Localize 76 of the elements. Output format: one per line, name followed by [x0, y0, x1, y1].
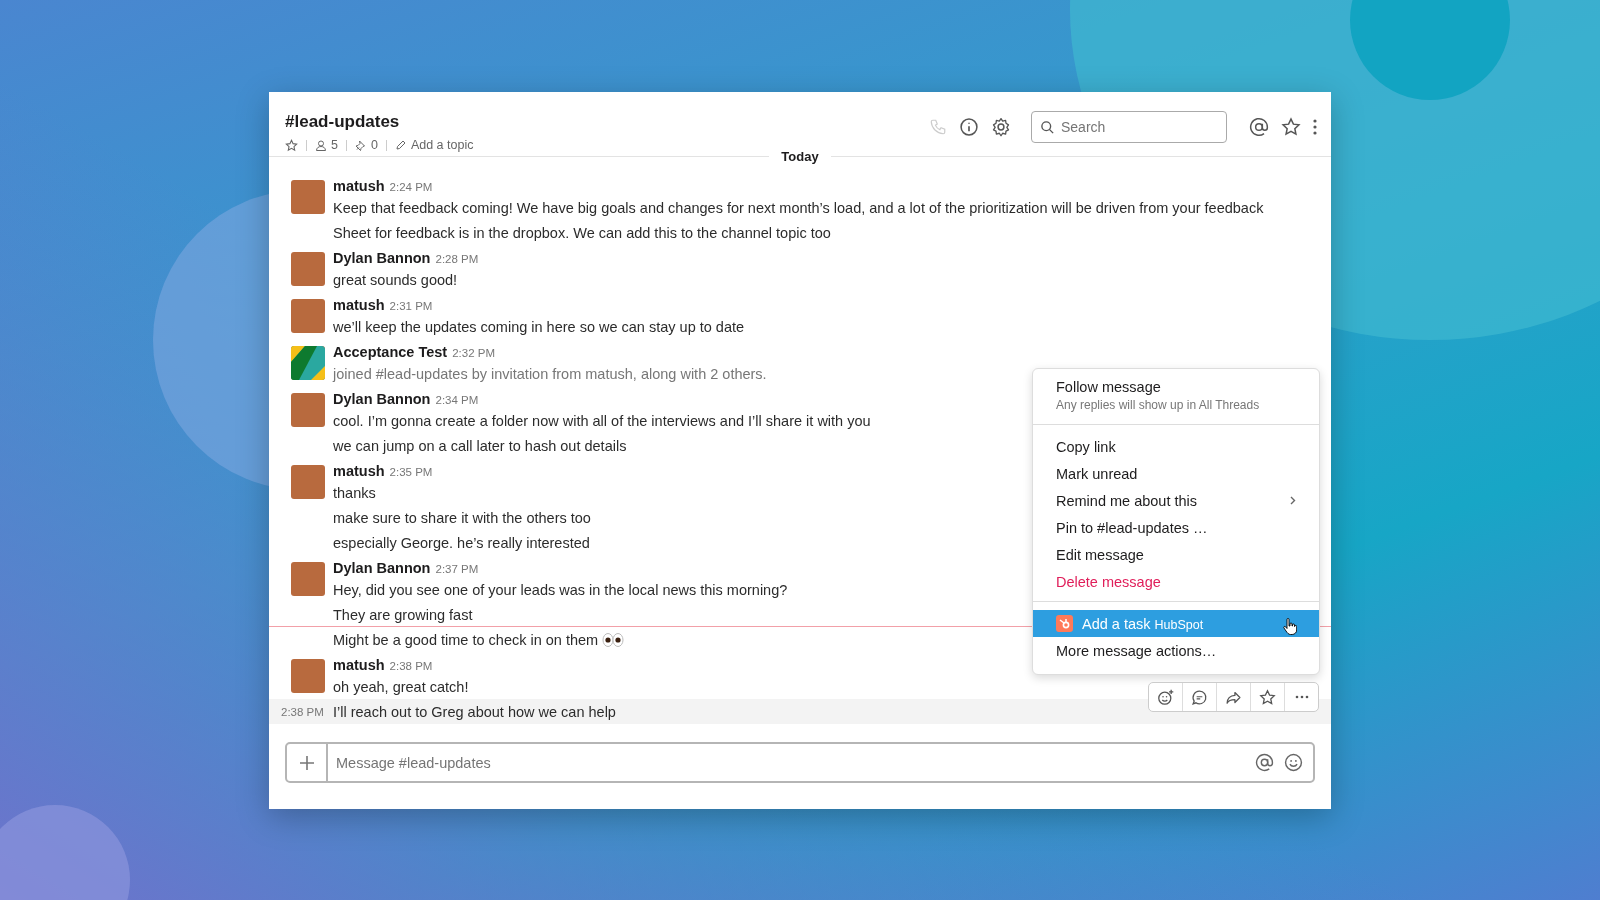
message-composer[interactable]: Message #lead-updates: [285, 742, 1315, 783]
message-text: we’ll keep the updates coming in here so we can stay up to date: [333, 318, 745, 335]
message-text: great sounds good!: [333, 271, 458, 288]
mention-icon[interactable]: [1255, 753, 1274, 773]
author-name[interactable]: Dylan Bannon: [333, 247, 431, 270]
message-time: 2:38 PM: [389, 660, 433, 673]
menu-item[interactable]: Delete message: [1033, 568, 1319, 595]
app-logo-icon: [1056, 615, 1073, 632]
message-time: 2:38 PM: [281, 705, 324, 718]
emoji-plus-icon: [1157, 688, 1174, 706]
pencil-icon: [394, 139, 407, 152]
star-icon[interactable]: [1281, 117, 1301, 138]
star-icon[interactable]: [285, 138, 298, 152]
message-text: They are growing fast: [333, 606, 473, 623]
message-text: Sheet for feedback is in the dropbox. We can add this to the channel topic too: [333, 224, 831, 241]
star-icon: [1259, 688, 1276, 706]
add-topic-link[interactable]: Add a topic: [410, 138, 474, 153]
chevron-right-icon: [1290, 496, 1296, 505]
message-text: oh yeah, great catch!: [333, 678, 469, 695]
author-name[interactable]: matush: [333, 654, 385, 677]
pin-count[interactable]: 0: [370, 138, 378, 153]
avatar-photo-placeholder[interactable]: [291, 562, 325, 597]
eyes-emoji-icon: [602, 632, 625, 647]
message-text: cool. I’m gonna create a folder now with all of the interviews and I’ll share it with you: [333, 412, 871, 429]
message-time: 2:24 PM: [389, 181, 433, 194]
menu-item[interactable]: Edit message: [1033, 541, 1319, 568]
person-icon: [315, 138, 327, 152]
message-text: make sure to share it with the others too: [333, 509, 591, 526]
message-text: Hey, did you see one of your leads was in the local news this morning?: [333, 581, 788, 598]
author-name[interactable]: matush: [333, 175, 385, 198]
message-time: 2:32 PM: [452, 347, 495, 360]
menu-item[interactable]: Mark unread: [1033, 460, 1319, 487]
avatar-photo-placeholder[interactable]: [291, 465, 325, 500]
message-time: 2:28 PM: [435, 253, 479, 266]
avatar-photo-placeholder[interactable]: [291, 299, 325, 334]
author-name[interactable]: Dylan Bannon: [333, 388, 431, 411]
menu-item[interactable]: Follow message Any replies will show up in All Threads: [1033, 373, 1319, 418]
app-logo-icon[interactable]: [291, 346, 325, 381]
search-field[interactable]: Search: [1031, 111, 1227, 144]
channel-title: #lead-updates: [285, 112, 401, 133]
speech-bubble-icon: [1191, 688, 1208, 706]
mention-icon[interactable]: [1249, 117, 1269, 138]
message-text: thanks: [333, 484, 376, 501]
settings-icon[interactable]: [991, 117, 1011, 138]
message-text: joined #lead-updates by invitation from matush, along with 2 others.: [333, 365, 767, 382]
menu-item[interactable]: More message actions…: [1033, 637, 1319, 664]
search-input[interactable]: Search: [1061, 119, 1218, 136]
message-time: 2:35 PM: [389, 466, 433, 479]
avatar-photo-placeholder[interactable]: [291, 252, 325, 287]
menu-item[interactable]: Pin to #lead-updates …: [1033, 514, 1319, 541]
message-text: we can jump on a call later to hash out details: [333, 437, 627, 454]
ellipsis-icon: [1294, 695, 1309, 699]
member-count[interactable]: 5: [331, 138, 338, 153]
message-time: 2:31 PM: [389, 300, 433, 313]
menu-item[interactable]: Copy link: [1033, 433, 1319, 460]
message-time: 2:37 PM: [435, 563, 479, 576]
author-name[interactable]: matush: [333, 294, 385, 317]
author-name[interactable]: Dylan Bannon: [333, 557, 431, 580]
message-text: especially George. he’s really interested: [333, 534, 590, 551]
menu-item[interactable]: Remind me about this: [1033, 487, 1319, 514]
plus-icon: [299, 755, 314, 770]
message-time: 2:34 PM: [435, 394, 479, 407]
message-text: I’ll reach out to Greg about how we can help: [333, 703, 616, 720]
avatar-photo-placeholder[interactable]: [291, 180, 325, 215]
info-icon[interactable]: [959, 117, 979, 138]
author-name[interactable]: Acceptance Test: [333, 341, 448, 364]
message-text: Might be a good time to check in on them: [333, 631, 599, 648]
search-icon: [1040, 119, 1055, 135]
more-icon[interactable]: [1313, 119, 1317, 136]
smiley-icon[interactable]: [1284, 753, 1303, 773]
hand-cursor-icon: [1283, 618, 1297, 635]
avatar-photo-placeholder[interactable]: [291, 659, 325, 694]
avatar-photo-placeholder[interactable]: [291, 393, 325, 428]
message-text: Keep that feedback coming! We have big goals and changes for next month’s load, and a lot of the prioritization will be driven from your feedback: [333, 199, 1264, 216]
author-name[interactable]: matush: [333, 460, 385, 483]
pin-icon: [354, 138, 367, 152]
